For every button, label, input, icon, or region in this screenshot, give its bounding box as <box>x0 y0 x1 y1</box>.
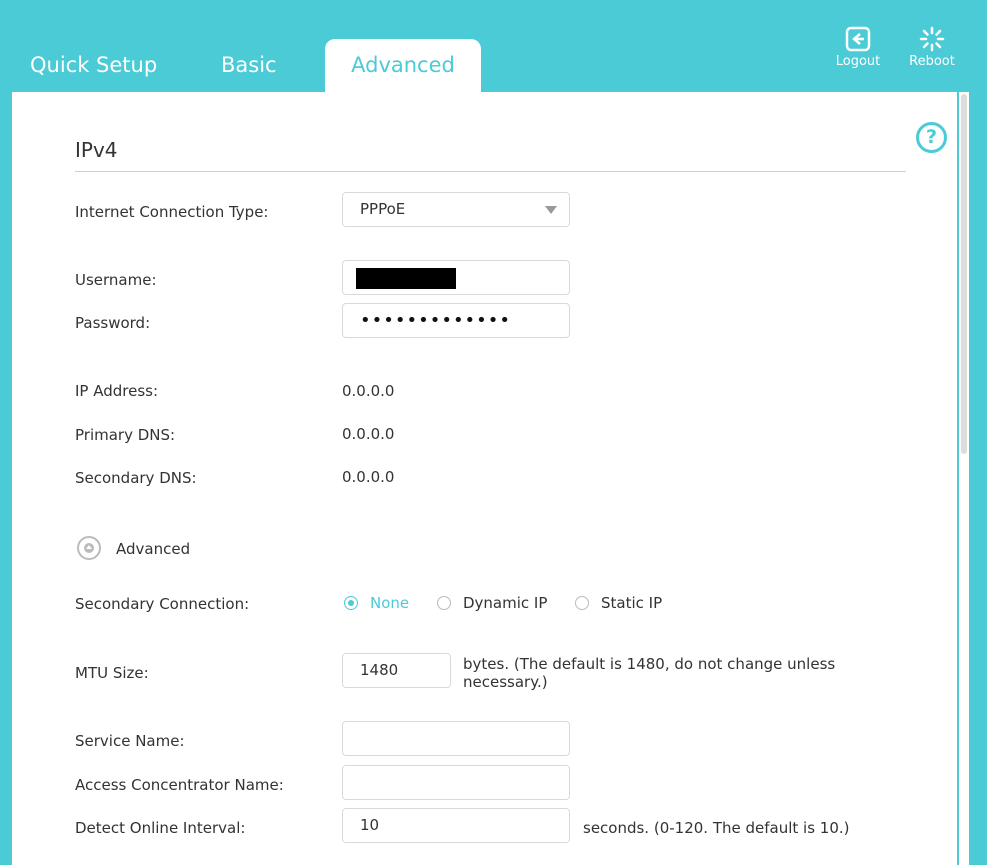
detect-interval-value: 10 <box>360 816 380 834</box>
radio-dynamic-ip[interactable] <box>437 596 451 610</box>
secondary-dns-value: 0.0.0.0 <box>342 468 395 486</box>
logout-label: Logout <box>835 54 881 69</box>
username-label: Username: <box>75 271 157 289</box>
detect-interval-label: Detect Online Interval: <box>75 819 246 837</box>
ip-address-label: IP Address: <box>75 382 159 400</box>
access-concentrator-field[interactable] <box>342 765 570 800</box>
reboot-button[interactable]: Reboot <box>902 26 962 69</box>
primary-dns-label: Primary DNS: <box>75 426 176 444</box>
help-icon[interactable]: ? <box>916 122 947 153</box>
username-field[interactable] <box>342 260 570 295</box>
service-name-label: Service Name: <box>75 732 185 750</box>
section-divider <box>75 171 906 172</box>
detect-interval-field[interactable]: 10 <box>342 808 570 843</box>
chevron-up-icon <box>84 543 94 553</box>
radio-static-ip-label[interactable]: Static IP <box>601 594 662 612</box>
logout-button[interactable]: Logout <box>828 26 888 69</box>
mtu-note-line2: necessary.) <box>463 673 548 691</box>
section-title: IPv4 <box>75 138 118 162</box>
secondary-connection-label: Secondary Connection: <box>75 595 250 613</box>
mtu-note: bytes. (The default is 1480, do not chan… <box>463 655 835 691</box>
advanced-toggle-button[interactable] <box>77 536 101 560</box>
connection-type-label: Internet Connection Type: <box>75 203 269 221</box>
access-concentrator-label: Access Concentrator Name: <box>75 776 284 794</box>
tab-advanced[interactable]: Advanced <box>325 39 481 92</box>
secondary-dns-label: Secondary DNS: <box>75 469 197 487</box>
connection-type-value: PPPoE <box>360 200 406 218</box>
scrollbar-thumb[interactable] <box>961 94 967 454</box>
radio-none-label[interactable]: None <box>370 594 409 612</box>
tab-quick-setup[interactable]: Quick Setup <box>30 39 157 92</box>
chevron-down-icon <box>545 206 557 214</box>
primary-dns-value: 0.0.0.0 <box>342 425 395 443</box>
mtu-size-field[interactable]: 1480 <box>342 653 451 688</box>
username-redaction <box>356 268 456 289</box>
connection-type-select[interactable]: PPPoE <box>342 192 570 227</box>
mtu-note-line1: bytes. (The default is 1480, do not chan… <box>463 655 836 673</box>
radio-none[interactable] <box>344 596 358 610</box>
radio-static-ip[interactable] <box>575 596 589 610</box>
service-name-field[interactable] <box>342 721 570 756</box>
scrollbar[interactable] <box>959 92 969 865</box>
mtu-size-value: 1480 <box>360 661 399 679</box>
reboot-icon <box>919 26 945 52</box>
password-mask: ••••••••••••• <box>360 310 512 331</box>
mtu-size-label: MTU Size: <box>75 664 149 682</box>
password-field[interactable]: ••••••••••••• <box>342 303 570 338</box>
tab-basic[interactable]: Basic <box>221 39 277 92</box>
password-label: Password: <box>75 314 151 332</box>
reboot-label: Reboot <box>909 54 955 69</box>
radio-dynamic-ip-label[interactable]: Dynamic IP <box>463 594 547 612</box>
content-panel: IPv4 ? Internet Connection Type: PPPoE U… <box>12 92 957 865</box>
advanced-toggle-label[interactable]: Advanced <box>116 540 190 558</box>
logout-icon <box>845 26 871 52</box>
ip-address-value: 0.0.0.0 <box>342 382 395 400</box>
detect-interval-note: seconds. (0-120. The default is 10.) <box>583 819 850 837</box>
